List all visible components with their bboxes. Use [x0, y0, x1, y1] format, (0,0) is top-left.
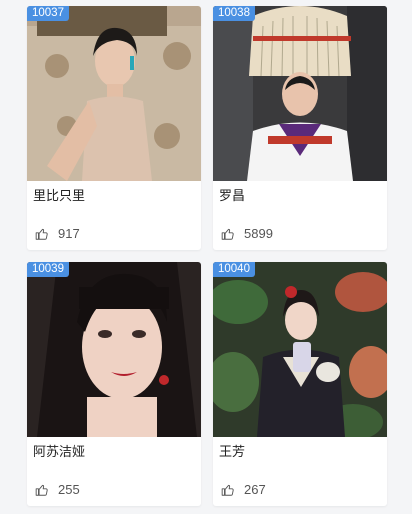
photo-image: [213, 262, 387, 437]
id-badge: 10040: [213, 262, 255, 277]
profile-grid: 10037 里比只里 917 10038 罗昌 5899 10039 阿苏洁娅 …: [27, 6, 387, 506]
like-count: 5899: [244, 226, 273, 241]
profile-card[interactable]: 10039 阿苏洁娅 255: [27, 262, 201, 506]
photo-image: [27, 262, 201, 437]
profile-photo[interactable]: 10038: [213, 6, 387, 181]
thumbs-up-icon[interactable]: [35, 227, 49, 241]
profile-photo[interactable]: 10037: [27, 6, 201, 181]
profile-photo[interactable]: 10039: [27, 262, 201, 437]
profile-card[interactable]: 10038 罗昌 5899: [213, 6, 387, 250]
id-badge: 10037: [27, 6, 69, 21]
like-count-row[interactable]: 917: [27, 213, 201, 241]
profile-name: 王芳: [219, 445, 246, 460]
profile-card[interactable]: 10037 里比只里 917: [27, 6, 201, 250]
id-badge: 10039: [27, 262, 69, 277]
thumbs-up-icon[interactable]: [221, 227, 235, 241]
thumbs-up-icon[interactable]: [221, 483, 235, 497]
profile-card[interactable]: 10040 王芳 267: [213, 262, 387, 506]
profile-photo[interactable]: 10040: [213, 262, 387, 437]
like-count: 917: [58, 226, 80, 241]
profile-name: 罗昌: [219, 189, 246, 204]
like-count: 255: [58, 482, 80, 497]
photo-image: [213, 6, 387, 181]
profile-name: 阿苏洁娅: [33, 445, 86, 460]
like-count: 267: [244, 482, 266, 497]
id-badge: 10038: [213, 6, 255, 21]
thumbs-up-icon[interactable]: [35, 483, 49, 497]
profile-name: 里比只里: [33, 189, 86, 204]
photo-image: [27, 6, 201, 181]
like-count-row[interactable]: 255: [27, 469, 201, 497]
like-count-row[interactable]: 5899: [213, 213, 387, 241]
like-count-row[interactable]: 267: [213, 469, 387, 497]
